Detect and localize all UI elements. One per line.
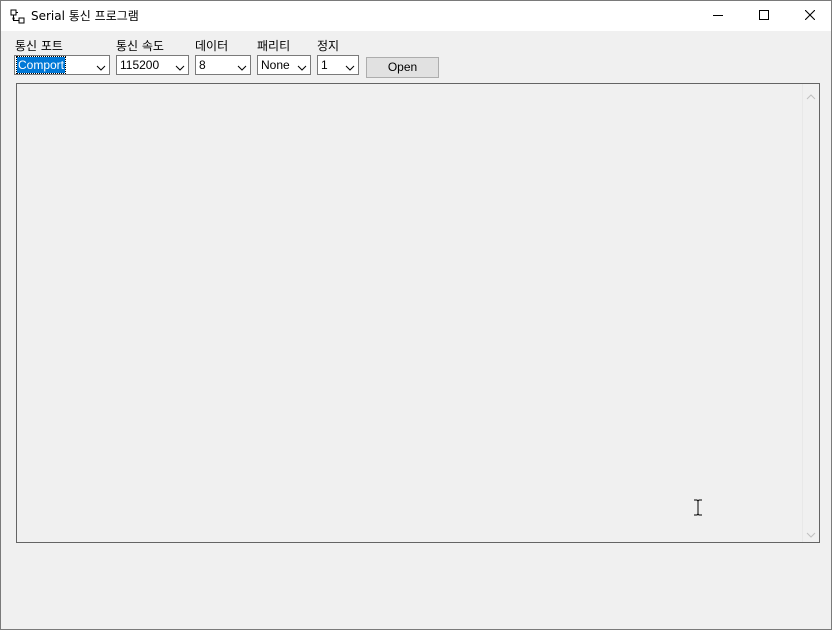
port-select[interactable]: Comport (14, 55, 110, 75)
chevron-down-icon (297, 61, 307, 71)
parity-select[interactable]: None (257, 55, 311, 75)
main-window: Serial 통신 프로그램 통신 포트 통신 속도 데이터 패리티 정지 Co… (0, 0, 832, 630)
chevron-down-icon (237, 61, 247, 71)
parity-label: 패리티 (257, 39, 291, 53)
stop-bits-select[interactable]: 1 (317, 55, 359, 75)
data-bits-select[interactable]: 8 (195, 55, 251, 75)
data-bits-select-value: 8 (199, 58, 206, 72)
maximize-button[interactable] (741, 1, 787, 31)
chevron-down-icon (345, 61, 355, 71)
log-textarea[interactable] (16, 83, 820, 543)
vertical-scrollbar[interactable] (802, 84, 819, 542)
scroll-up-icon[interactable] (806, 90, 816, 100)
baud-select[interactable]: 115200 (116, 55, 189, 75)
baud-select-value: 115200 (120, 58, 160, 72)
title-bar[interactable]: Serial 통신 프로그램 (1, 1, 831, 31)
data-bits-label: 데이터 (195, 39, 229, 53)
serial-port-icon (10, 9, 25, 24)
parity-select-value: None (261, 58, 290, 72)
port-label: 통신 포트 (15, 39, 63, 53)
minimize-button[interactable] (695, 1, 741, 31)
open-button[interactable]: Open (366, 57, 439, 78)
maximize-icon (759, 9, 769, 23)
text-cursor-icon (693, 499, 703, 516)
baud-label: 통신 속도 (116, 39, 164, 53)
window-title: Serial 통신 프로그램 (31, 9, 139, 23)
close-button[interactable] (787, 1, 831, 31)
chevron-down-icon (175, 61, 185, 71)
stop-bits-select-value: 1 (321, 58, 328, 72)
chevron-down-icon (96, 61, 106, 71)
minimize-icon (713, 9, 723, 23)
stop-bits-label: 정지 (317, 39, 340, 53)
close-icon (804, 9, 816, 23)
scroll-down-icon[interactable] (806, 528, 816, 538)
port-select-value: Comport (15, 56, 67, 74)
